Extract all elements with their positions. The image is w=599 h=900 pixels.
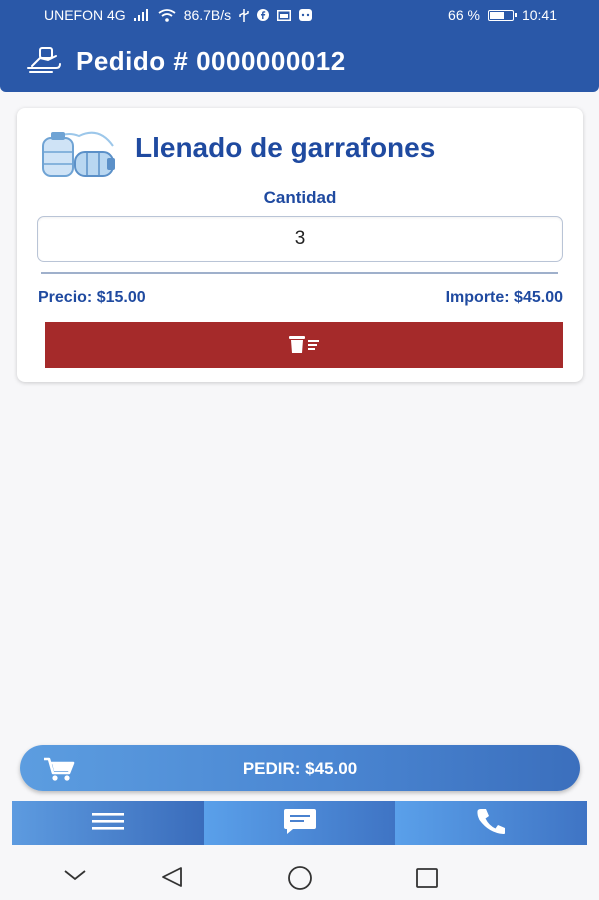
amount-label: Importe: $45.00	[445, 289, 563, 306]
water-jug-hand-icon	[26, 44, 64, 79]
app-header: Pedido # 0000000012	[0, 30, 599, 92]
recents-icon[interactable]	[415, 867, 439, 889]
battery-percent: 66 %	[448, 7, 480, 23]
product-name: Llenado de garrafones	[135, 132, 436, 163]
facebook-icon	[257, 9, 270, 21]
phone-icon	[475, 807, 507, 840]
tab-menu[interactable]	[12, 801, 204, 845]
quantity-label: Cantidad	[263, 188, 337, 207]
wifi-icon	[158, 8, 176, 22]
water-jugs-image	[39, 122, 117, 180]
divider	[41, 272, 558, 274]
message-app-icon	[299, 9, 313, 21]
status-bar: UNEFON 4G 86.7B/s 66 % 10:41	[0, 0, 599, 30]
gallery-icon	[277, 9, 292, 21]
usb-icon	[239, 8, 249, 22]
back-icon[interactable]	[160, 866, 184, 888]
page-title: Pedido # 0000000012	[76, 45, 346, 76]
carrier-label: UNEFON 4G	[44, 7, 126, 23]
battery-icon	[487, 9, 517, 21]
quantity-input[interactable]	[37, 216, 563, 262]
clock: 10:41	[521, 7, 557, 23]
net-speed: 86.7B/s	[183, 7, 232, 23]
order-button[interactable]: PEDIR: $45.00	[20, 745, 580, 791]
bottom-tabs	[12, 801, 588, 845]
tab-chat[interactable]	[203, 801, 396, 845]
order-button-label: PEDIR: $45.00	[242, 759, 358, 778]
status-right: 66 % 10:41	[448, 7, 557, 23]
order-item-card: Llenado de garrafones Cantidad Precio: $…	[17, 108, 583, 382]
chevron-down-icon[interactable]	[63, 868, 87, 882]
tab-phone[interactable]	[395, 801, 588, 845]
system-nav-bar	[0, 855, 599, 900]
menu-icon	[91, 811, 124, 836]
delete-item-button[interactable]	[45, 322, 563, 368]
trash-list-icon	[287, 334, 321, 357]
price-label: Precio: $15.00	[38, 289, 146, 306]
signal-icon	[133, 9, 150, 21]
chat-icon	[283, 807, 317, 840]
status-left: UNEFON 4G 86.7B/s	[44, 7, 313, 23]
home-icon[interactable]	[287, 865, 313, 891]
